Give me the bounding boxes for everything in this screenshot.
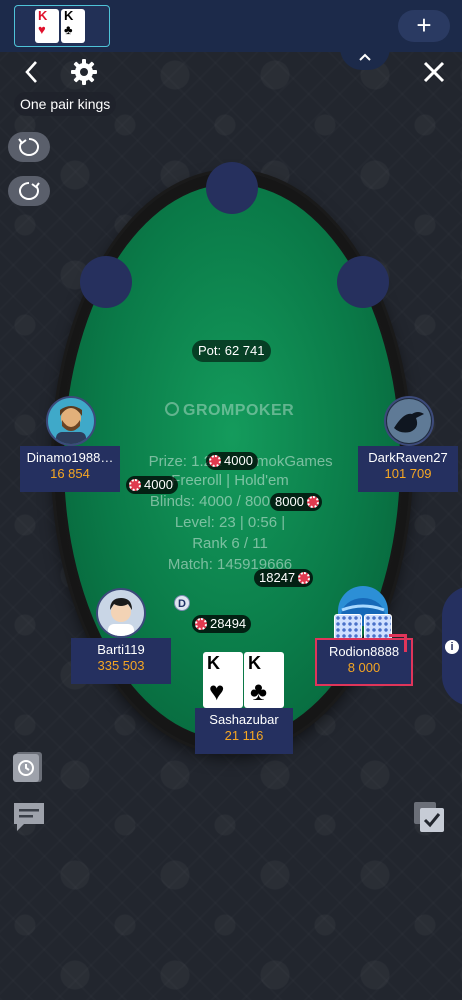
avatar[interactable]	[46, 396, 96, 446]
hero-card-1[interactable]: K ♥	[203, 652, 243, 708]
bet-amount: 4000	[224, 453, 253, 468]
player-stack: 101 709	[384, 466, 432, 481]
tab-card-2: K ♣	[61, 9, 85, 43]
avatar[interactable]	[96, 588, 146, 638]
hand-history-button[interactable]	[12, 750, 46, 784]
bet-chips: 4000	[126, 476, 178, 494]
tab-card-2-rank: K	[64, 8, 74, 23]
redo-button[interactable]	[8, 176, 50, 206]
boy-avatar-icon	[108, 598, 134, 636]
player-name: Dinamo1988…	[26, 450, 114, 465]
bet-chips: 4000	[206, 452, 258, 470]
bearded-man-avatar-icon	[56, 406, 86, 444]
info-match: Match: 145919666	[167, 556, 293, 573]
player-seat-darkraven[interactable]: DarkRaven27 101 709	[358, 446, 458, 492]
close-icon	[423, 61, 445, 83]
rotate-ccw-icon	[18, 137, 40, 156]
tab-card-2-suit: ♣	[64, 22, 73, 37]
chip-icon	[129, 479, 141, 491]
hero-card-1-rank: K	[207, 653, 220, 673]
chip-icon	[298, 572, 311, 584]
player-stack: 8 000	[347, 660, 381, 675]
collapse-top-button[interactable]	[340, 48, 390, 70]
chevron-up-icon	[359, 53, 371, 61]
table-logo: GROMPOKER	[165, 402, 294, 420]
player-seat-hero[interactable]: Sashazubar 21 116	[195, 708, 293, 754]
bet-amount: 4000	[144, 477, 173, 492]
player-stack: 335 503	[97, 658, 145, 673]
raven-avatar-icon	[387, 399, 431, 443]
player-seat-barti[interactable]: Barti119 335 503	[71, 638, 171, 684]
bet-amount: 28494	[210, 616, 247, 631]
bet-chips: 8000	[270, 493, 322, 511]
empty-seat-top[interactable]	[206, 162, 258, 214]
undo-button[interactable]	[8, 132, 50, 162]
hero-card-2-rank: K	[248, 653, 261, 673]
chat-icon	[14, 803, 44, 831]
logo-mark	[165, 402, 179, 416]
timer-corner	[389, 634, 407, 652]
empty-seat-upper-left[interactable]	[80, 256, 132, 308]
bet-amount: 18247	[259, 570, 296, 585]
chip-icon	[306, 496, 319, 508]
info-level: Level: 23 | 0:56 |	[174, 514, 286, 531]
gear-icon	[71, 59, 97, 85]
multi-table-check-icon	[414, 802, 444, 832]
empty-seat-upper-right[interactable]	[337, 256, 389, 308]
table-tab[interactable]: K ♥ K ♣	[14, 5, 110, 47]
card-back	[334, 614, 362, 640]
player-seat-dinamo[interactable]: Dinamo1988… 16 854	[20, 446, 120, 492]
chat-button[interactable]	[12, 800, 46, 834]
hero-card-2-suit: ♣	[250, 676, 268, 706]
hero-card-1-suit: ♥	[209, 676, 225, 706]
add-table-button[interactable]: +	[398, 10, 450, 42]
info-blinds: Blinds: 4000 / 800	[149, 493, 270, 510]
rotate-cw-icon	[18, 181, 40, 200]
player-name: Sashazubar	[209, 712, 279, 727]
avatar[interactable]	[384, 396, 434, 446]
tab-card-1: K ♥	[35, 9, 59, 43]
info-organizer: mokGames	[256, 453, 333, 470]
chevron-left-icon	[25, 61, 37, 83]
bet-amount: 8000	[275, 494, 304, 509]
back-button[interactable]	[20, 58, 44, 86]
dealer-button: D	[174, 595, 190, 611]
hero-card-2[interactable]: K ♣	[244, 652, 284, 708]
close-button[interactable]	[420, 58, 448, 86]
bet-chips: 28494	[192, 615, 252, 633]
pot-label: Pot: 62 741	[192, 340, 271, 362]
card-back	[364, 614, 392, 640]
hand-name-label: One pair kings	[14, 92, 117, 116]
info-rank: Rank 6 / 11	[192, 535, 268, 552]
history-icon	[13, 752, 42, 782]
logo-text: GROMPOKER	[183, 402, 295, 419]
info-icon[interactable]: i	[445, 640, 459, 654]
player-name: DarkRaven27	[368, 450, 448, 465]
chip-icon	[195, 618, 207, 630]
player-stack: 16 854	[50, 466, 90, 481]
chip-icon	[209, 455, 221, 467]
multi-table-button[interactable]	[412, 800, 446, 834]
settings-button[interactable]	[70, 58, 98, 86]
player-name: Barti119	[97, 642, 145, 657]
bet-chips: 18247	[254, 569, 314, 587]
tab-card-1-suit: ♥	[38, 22, 46, 37]
tab-card-1-rank: K	[38, 8, 48, 23]
player-stack: 21 116	[224, 728, 264, 743]
